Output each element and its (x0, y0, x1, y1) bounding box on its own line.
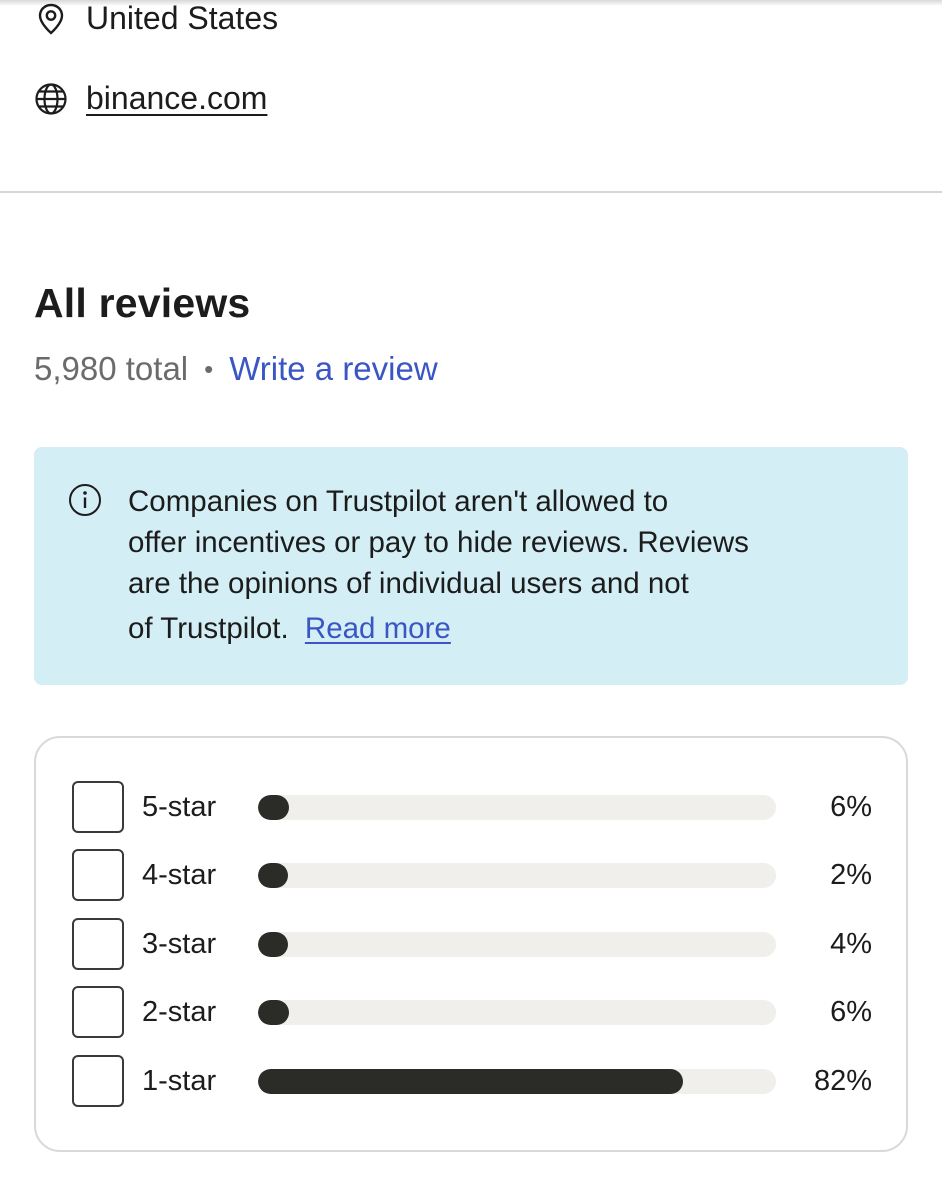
notice-line: offer incentives or pay to hide reviews.… (128, 526, 749, 559)
notice-text: Companies on Trustpilot aren't allowed t… (128, 481, 848, 649)
rating-label: 5-star (142, 790, 217, 823)
reviews-meta: 5,980 total • Write a review (34, 350, 438, 388)
reviews-heading: All reviews (34, 280, 251, 326)
rating-bar-track (258, 795, 776, 820)
rating-percent: 4% (830, 927, 872, 960)
location-row: United States (34, 0, 278, 37)
rating-distribution-card: 5-star 6% 4-star 2% 3-star 4% 2-star 6% 1-star 82… (34, 736, 908, 1152)
website-row[interactable]: binance.com (34, 80, 267, 117)
rating-row-1-star[interactable]: 1-star 82% (72, 1055, 872, 1107)
review-policy-notice: Companies on Trustpilot aren't allowed t… (34, 447, 908, 685)
rating-filter-checkbox[interactable] (72, 781, 124, 833)
meta-separator: • (204, 353, 214, 384)
section-divider (0, 191, 942, 193)
write-review-link[interactable]: Write a review (229, 350, 437, 388)
rating-bar-fill (258, 1069, 683, 1094)
rating-bar-fill (258, 932, 288, 957)
notice-line: of Trustpilot. (128, 612, 289, 645)
rating-bar-fill (258, 795, 290, 820)
info-icon (68, 483, 102, 517)
rating-filter-checkbox[interactable] (72, 849, 124, 901)
rating-filter-checkbox[interactable] (72, 918, 124, 970)
business-reviews-page: United States binance.com All reviews 5,… (0, 0, 942, 1200)
website-link[interactable]: binance.com (86, 80, 267, 117)
read-more-link[interactable]: Read more (305, 612, 451, 645)
rating-row-3-star[interactable]: 3-star 4% (72, 918, 872, 970)
rating-label: 4-star (142, 858, 217, 891)
rating-row-4-star[interactable]: 4-star 2% (72, 849, 872, 901)
notice-line: are the opinions of individual users and… (128, 567, 689, 600)
rating-bar-track (258, 863, 776, 888)
rating-bar-track (258, 932, 776, 957)
map-pin-icon (34, 2, 68, 36)
rating-label: 2-star (142, 995, 217, 1028)
globe-icon (34, 82, 68, 116)
rating-label: 1-star (142, 1064, 217, 1097)
notice-line-last: of Trustpilot. Read more (128, 608, 848, 649)
rating-percent: 6% (830, 790, 872, 823)
rating-percent: 6% (830, 995, 872, 1028)
rating-bar-fill (258, 1000, 290, 1025)
rating-row-2-star[interactable]: 2-star 6% (72, 986, 872, 1038)
rating-filter-checkbox[interactable] (72, 986, 124, 1038)
rating-label: 3-star (142, 927, 217, 960)
rating-percent: 82% (813, 1064, 872, 1097)
rating-bar-fill (258, 863, 288, 888)
rating-bar-track (258, 1069, 776, 1094)
rating-bar-track (258, 1000, 776, 1025)
location-text: United States (86, 0, 279, 36)
notice-line: Companies on Trustpilot aren't allowed t… (128, 485, 669, 518)
review-total-count: 5,980 total (34, 350, 189, 387)
rating-row-5-star[interactable]: 5-star 6% (72, 781, 872, 833)
rating-percent: 2% (830, 858, 872, 891)
rating-filter-checkbox[interactable] (72, 1055, 124, 1107)
